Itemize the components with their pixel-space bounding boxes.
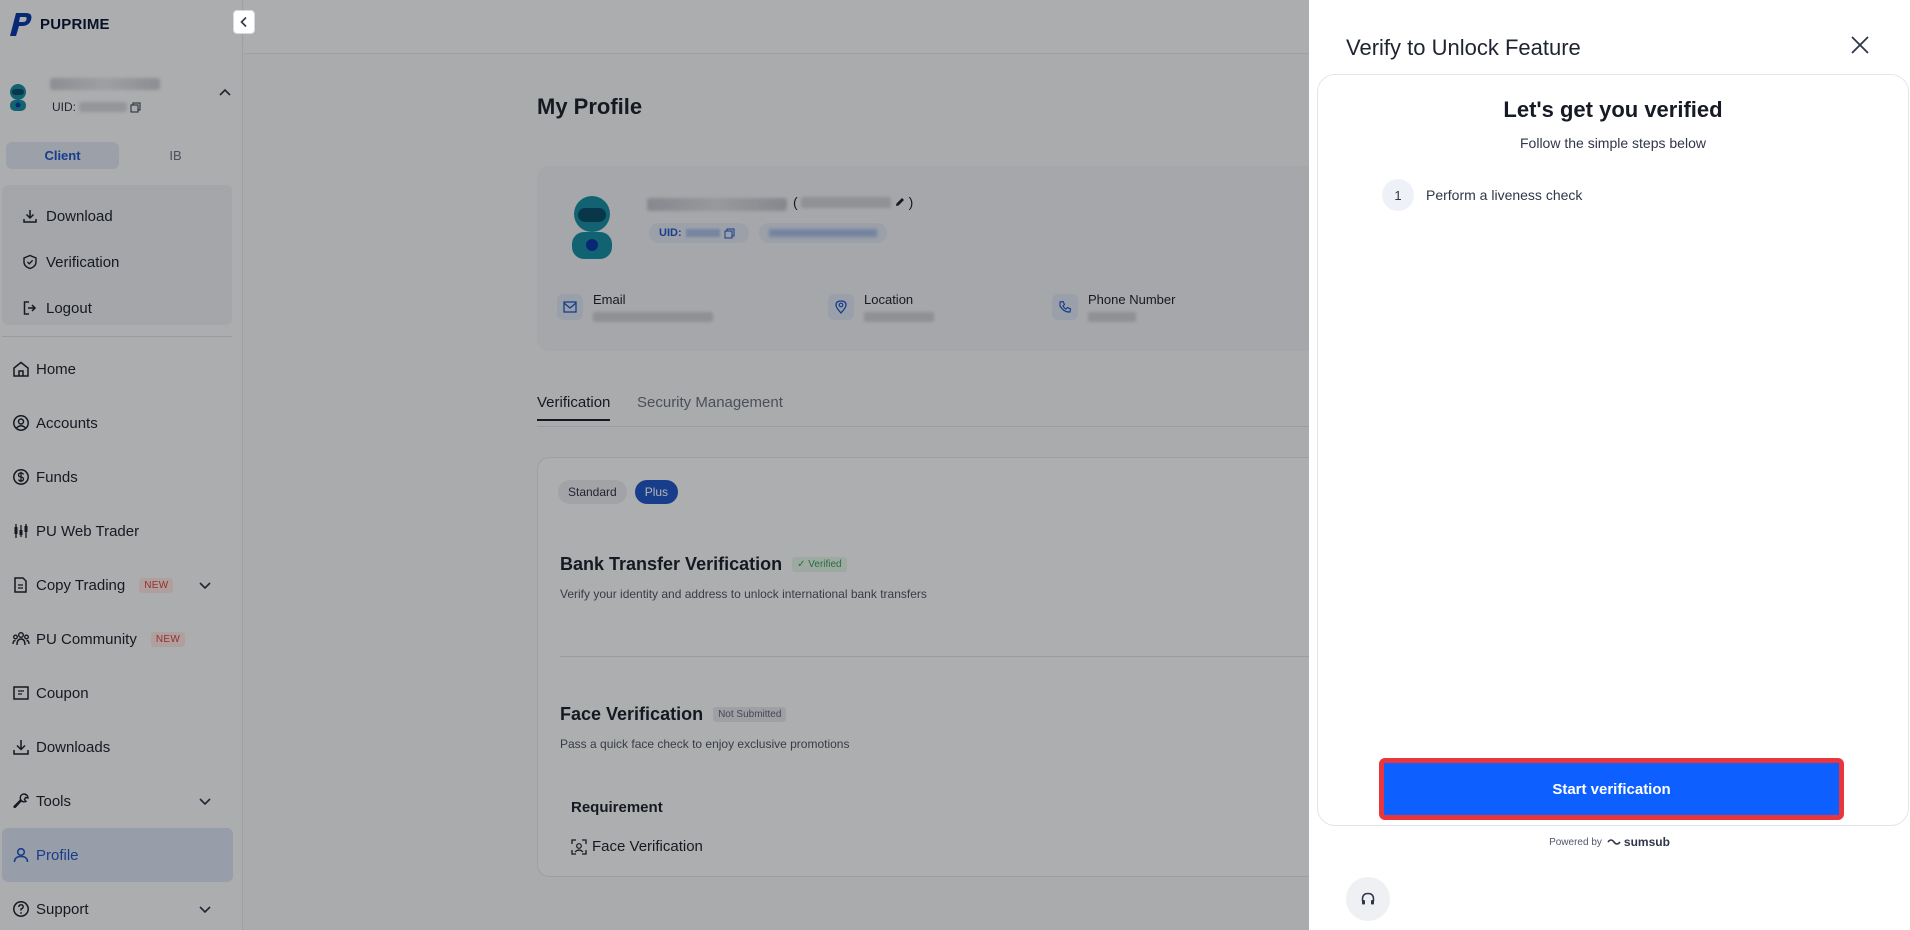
start-verification-button[interactable]: Start verification <box>1384 763 1839 815</box>
chevron-left-icon <box>240 16 247 28</box>
sumsub-logo-icon <box>1607 839 1621 845</box>
close-button[interactable] <box>1848 33 1872 57</box>
step-item: 1 Perform a liveness check <box>1382 179 1582 211</box>
headset-icon <box>1361 892 1375 905</box>
start-verification-highlight: Start verification <box>1379 758 1844 820</box>
provider-brand: sumsub <box>1607 835 1670 849</box>
close-icon <box>1851 36 1869 54</box>
verification-frame: Let's get you verified Follow the simple… <box>1317 74 1909 826</box>
drawer-title: Verify to Unlock Feature <box>1346 35 1581 60</box>
powered-by-label: Powered by <box>1549 836 1602 848</box>
frame-title: Let's get you verified <box>1503 97 1723 122</box>
support-chat-button[interactable] <box>1346 877 1390 921</box>
step-label: Perform a liveness check <box>1426 187 1583 203</box>
verification-drawer: Verify to Unlock Feature Let's get you v… <box>1309 0 1910 930</box>
collapse-sidebar-button[interactable] <box>233 10 255 34</box>
frame-subtitle: Follow the simple steps below <box>1520 135 1706 151</box>
step-number: 1 <box>1382 179 1414 211</box>
provider-name: sumsub <box>1623 835 1670 849</box>
powered-by: Powered by sumsub <box>1309 835 1910 849</box>
